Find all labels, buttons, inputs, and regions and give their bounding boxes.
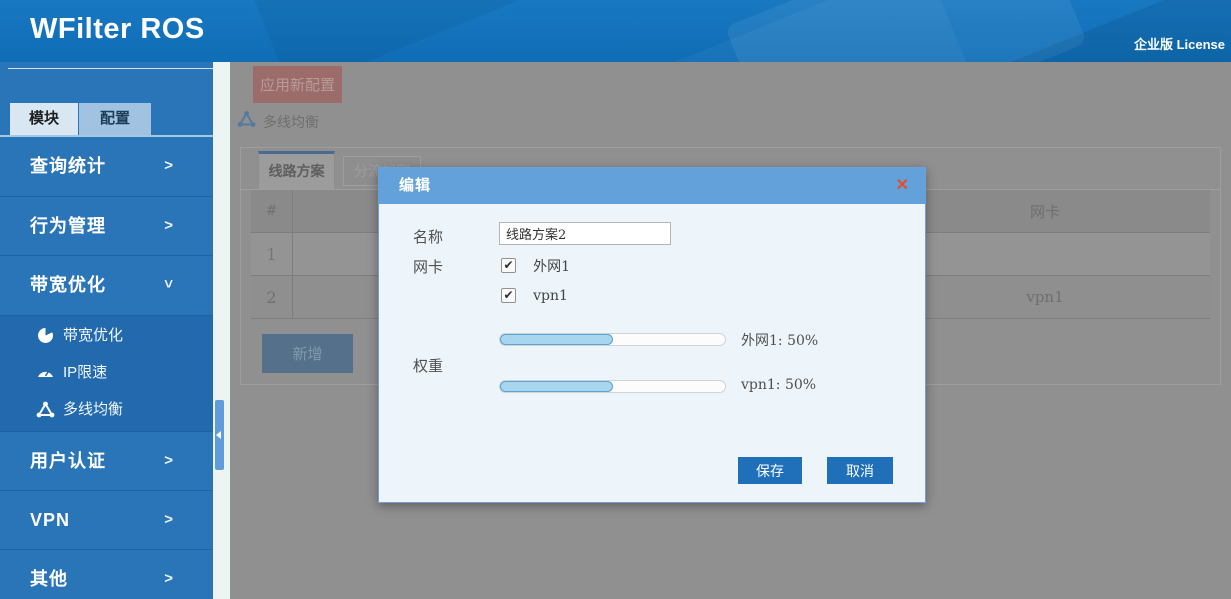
- submenu-item-bandwidth-opt[interactable]: 带宽优化: [0, 317, 213, 354]
- col-header-index: #: [251, 190, 293, 232]
- speed-limit-icon: [36, 363, 55, 382]
- slider-fill: [500, 381, 613, 392]
- name-input[interactable]: [499, 222, 671, 245]
- submenu-label: IP限速: [63, 354, 107, 391]
- menu-label: VPN: [30, 491, 70, 549]
- menu-label: 其他: [30, 550, 68, 599]
- sidebar: 模块 配置 查询统计 > 行为管理 > 带宽优化 ˅ 带宽优化: [0, 62, 213, 599]
- sidebar-collapse-strip: [213, 62, 230, 599]
- add-button[interactable]: 新增: [262, 334, 353, 373]
- checkbox-vpn1[interactable]: ✔: [501, 288, 516, 303]
- slider-fill: [500, 334, 613, 345]
- menu-label: 用户认证: [30, 432, 106, 490]
- sidebar-tab-config[interactable]: 配置: [79, 103, 151, 135]
- chevron-right-icon: >: [164, 197, 173, 255]
- cell-index: 1: [251, 233, 293, 275]
- nic-checkbox-row: ✔ vpn1: [501, 285, 568, 301]
- menu-label: 行为管理: [30, 197, 106, 255]
- cell-nic: vpn1: [880, 276, 1210, 318]
- close-icon[interactable]: ✕: [896, 176, 909, 196]
- sidebar-item-bandwidth[interactable]: 带宽优化 ˅: [0, 255, 213, 314]
- collapse-sidebar-handle[interactable]: [215, 400, 224, 470]
- wfilter-ros-window: WFilter ROS 企业版 License 模块 配置 查询统计 > 行为管…: [0, 0, 1231, 599]
- chevron-right-icon: >: [164, 491, 173, 549]
- menu-label: 带宽优化: [30, 256, 106, 314]
- sidebar-item-user-auth[interactable]: 用户认证 >: [0, 431, 213, 490]
- save-button[interactable]: 保存: [738, 457, 802, 484]
- sidebar-divider: [8, 68, 213, 69]
- sidebar-item-query-stats[interactable]: 查询统计 >: [0, 137, 213, 196]
- load-balance-icon: [36, 400, 55, 419]
- cancel-button[interactable]: 取消: [827, 457, 893, 484]
- load-balance-icon: [237, 110, 256, 128]
- submenu-label: 带宽优化: [63, 317, 123, 354]
- bandwidth-submenu: 带宽优化 IP限速 多线均衡: [0, 315, 213, 431]
- chevron-down-icon: ˅: [164, 256, 173, 314]
- nic-label: 网卡: [413, 256, 443, 277]
- apply-config-button[interactable]: 应用新配置: [253, 66, 342, 103]
- license-badge: 企业版 License: [1134, 34, 1225, 53]
- weight-slider-vpn1[interactable]: [499, 380, 726, 393]
- breadcrumb: 多线均衡: [263, 112, 319, 132]
- slider-value-label: vpn1: 50%: [741, 377, 816, 393]
- submenu-label: 多线均衡: [63, 391, 123, 428]
- cell-nic: [880, 233, 1210, 275]
- nic-checkbox-row: ✔ 外网1: [501, 255, 570, 271]
- menu-label: 查询统计: [30, 137, 106, 195]
- edit-dialog: 编辑 ✕ 名称 网卡 ✔ 外网1 ✔ vpn1 权重 外网1: 50%: [378, 167, 926, 503]
- cell-index: 2: [251, 276, 293, 318]
- bandwidth-icon: [36, 326, 55, 345]
- submenu-item-multiline-balance[interactable]: 多线均衡: [0, 391, 213, 428]
- dialog-header: 编辑 ✕: [379, 168, 925, 204]
- dialog-title: 编辑: [399, 168, 431, 204]
- top-header: WFilter ROS 企业版 License: [0, 0, 1231, 62]
- chevron-right-icon: >: [164, 432, 173, 490]
- checkbox-label: vpn1: [533, 288, 568, 304]
- slider-value-label: 外网1: 50%: [741, 330, 818, 350]
- chevron-right-icon: >: [164, 137, 173, 195]
- sidebar-item-vpn[interactable]: VPN >: [0, 490, 213, 549]
- chevron-right-icon: >: [164, 550, 173, 599]
- col-header-nic: 网卡: [880, 190, 1210, 232]
- weight-slider-wan1[interactable]: [499, 333, 726, 346]
- app-title: WFilter ROS: [30, 13, 205, 46]
- submenu-item-ip-speed-limit[interactable]: IP限速: [0, 354, 213, 391]
- header-decor: [250, 0, 569, 62]
- sidebar-item-other[interactable]: 其他 >: [0, 549, 213, 599]
- checkbox-label: 外网1: [533, 256, 570, 276]
- collapse-left-icon: [216, 431, 221, 439]
- checkbox-wan1[interactable]: ✔: [501, 258, 516, 273]
- tab-line-scheme[interactable]: 线路方案: [258, 151, 335, 189]
- weight-label: 权重: [413, 355, 443, 376]
- dialog-body: 名称 网卡 ✔ 外网1 ✔ vpn1 权重 外网1: 50% vpn1: 50%…: [379, 204, 925, 502]
- sidebar-tab-modules[interactable]: 模块: [10, 103, 78, 135]
- sidebar-item-behavior[interactable]: 行为管理 >: [0, 196, 213, 255]
- name-label: 名称: [413, 226, 443, 247]
